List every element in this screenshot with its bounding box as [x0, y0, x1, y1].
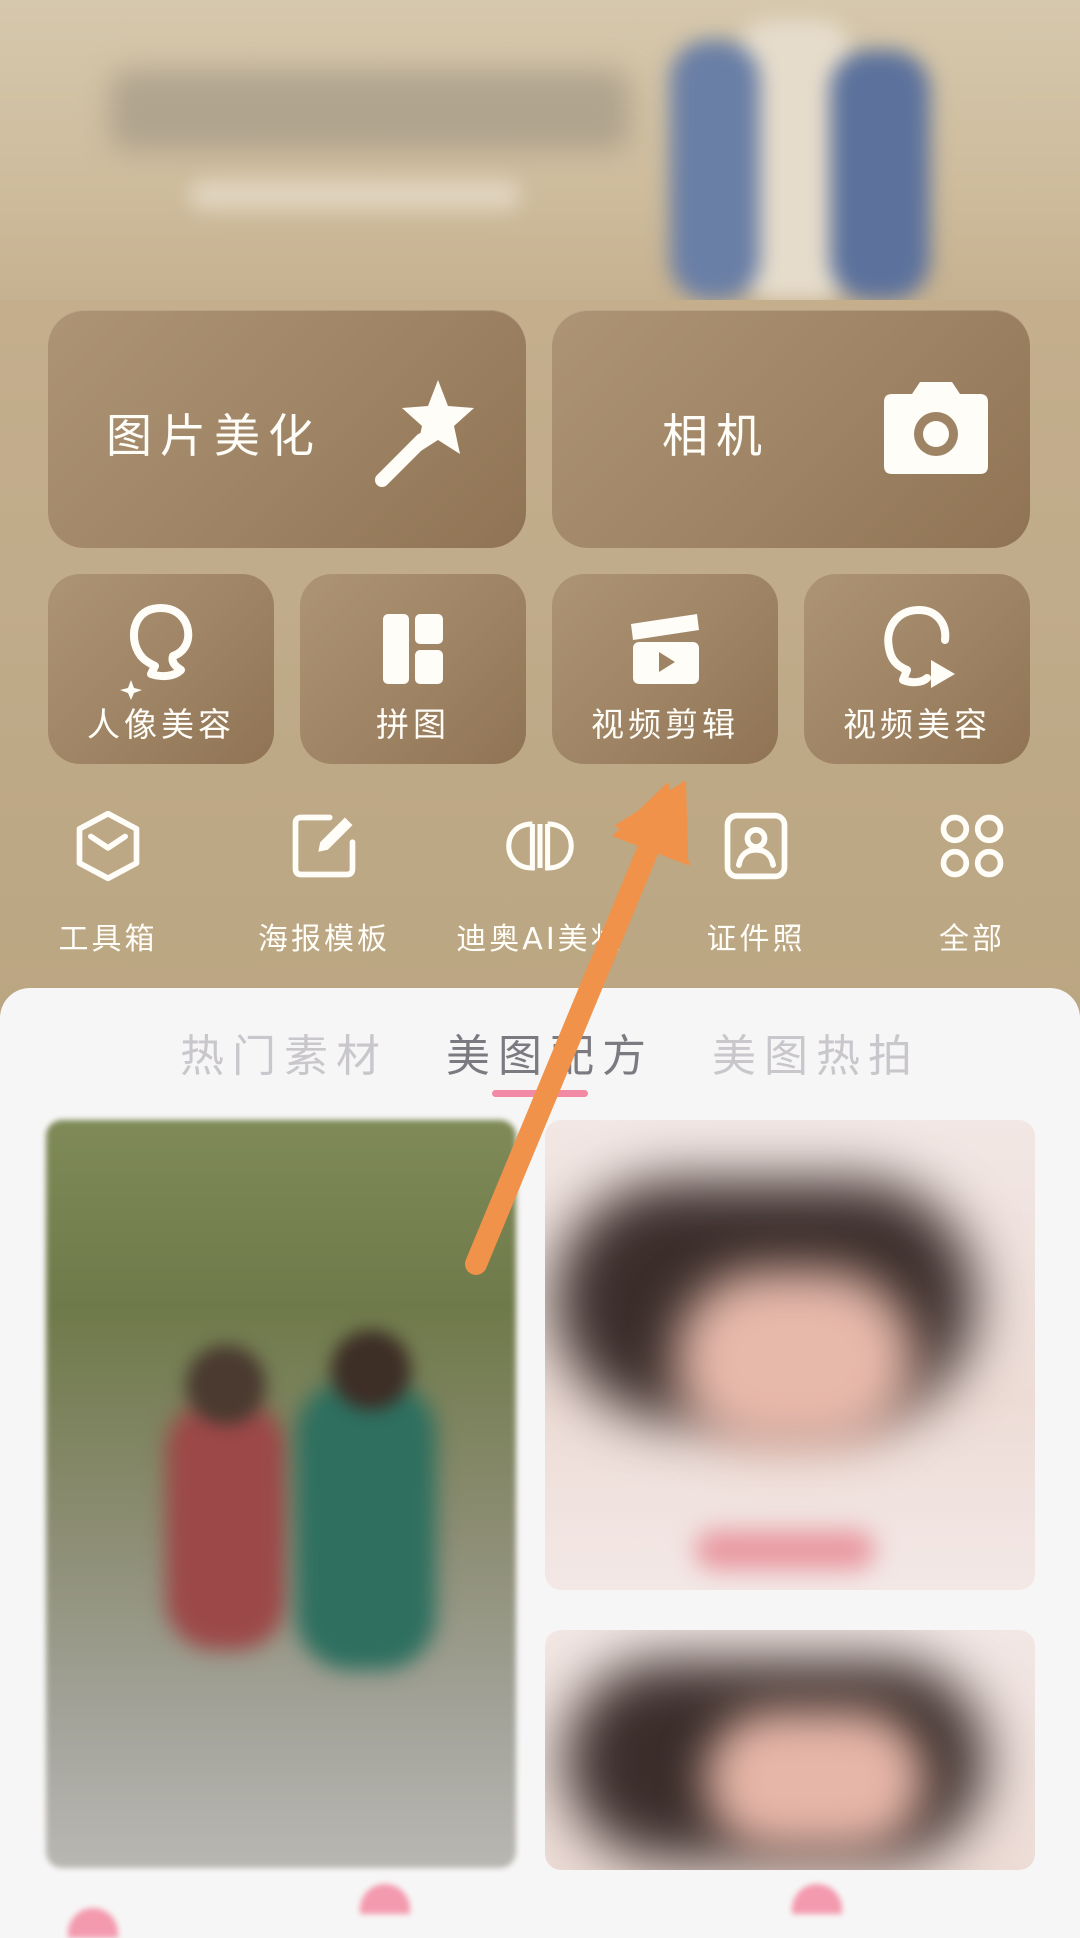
tab-recipes[interactable]: 美图配方 [446, 1020, 654, 1084]
camera-label: 相机 [662, 409, 770, 463]
tab-hot-shots[interactable]: 美图热拍 [712, 1020, 920, 1084]
feed-card-kids-photo[interactable] [46, 1120, 516, 1868]
clapperboard-icon [631, 614, 699, 684]
id-photo-icon [724, 812, 788, 880]
tool-label: 海报模板 [258, 922, 390, 957]
tool-dior-ai-makeup[interactable]: 迪奥AI美妆 [450, 808, 630, 958]
content-tabs: 热门素材 美图配方 美图热拍 [0, 1010, 1080, 1100]
feature-label: 视频剪辑 [591, 705, 739, 744]
tool-all[interactable]: 全部 [882, 808, 1062, 958]
tool-toolbox[interactable]: 工具箱 [18, 808, 198, 958]
banner-blurred-title [110, 70, 630, 150]
tool-label: 证件照 [706, 922, 806, 957]
top-banner[interactable] [0, 0, 1080, 330]
tool-label: 迪奥AI美妆 [456, 922, 624, 957]
feed-card-portrait-photo[interactable] [545, 1120, 1035, 1590]
tool-id-photo[interactable]: 证件照 [666, 808, 846, 958]
feature-label: 视频美容 [843, 705, 991, 744]
camera-icon [884, 382, 988, 474]
feature-card-video-edit[interactable]: 视频剪辑 [552, 574, 778, 764]
feature-label: 拼图 [376, 705, 450, 744]
active-tab-indicator [492, 1090, 588, 1097]
beautify-label: 图片美化 [106, 409, 322, 463]
feature-label: 人像美容 [87, 705, 235, 744]
tool-label: 全部 [939, 922, 1005, 957]
toolbox-icon [76, 810, 140, 882]
collage-icon [383, 614, 443, 684]
tool-label: 工具箱 [58, 922, 158, 957]
feature-card-video-beauty[interactable]: 视频美容 [804, 574, 1030, 764]
portrait-icon [120, 604, 193, 700]
banner-person-image [630, 0, 970, 320]
dior-logo-icon [506, 821, 574, 871]
edit-square-icon [292, 814, 356, 878]
feature-card-collage[interactable]: 拼图 [300, 574, 526, 764]
video-beauty-icon [884, 606, 955, 688]
banner-blurred-subtitle [190, 180, 520, 210]
tab-hot-materials[interactable]: 热门素材 [180, 1020, 388, 1084]
magic-wand-icon [375, 380, 474, 487]
grid-all-icon [940, 814, 1004, 878]
tool-poster-template[interactable]: 海报模板 [234, 808, 414, 958]
beautify-card[interactable]: 图片美化 [48, 310, 526, 548]
feed-card-portrait-photo-2[interactable] [545, 1630, 1035, 1870]
feature-card-portrait[interactable]: 人像美容 [48, 574, 274, 764]
camera-card[interactable]: 相机 [552, 310, 1030, 548]
